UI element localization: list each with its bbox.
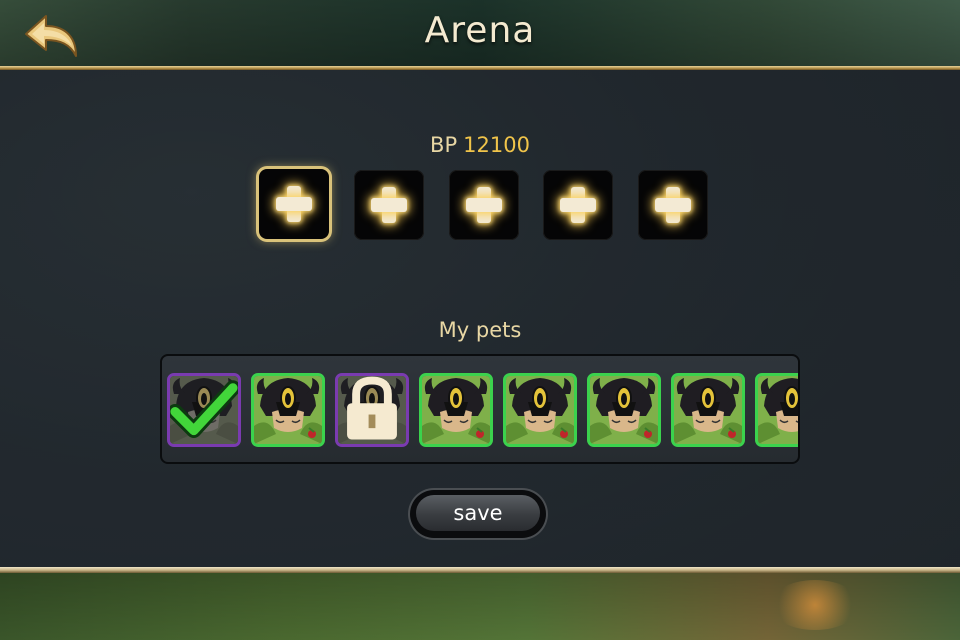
plus-icon — [464, 185, 504, 225]
battle-power: BP 12100 — [0, 133, 960, 157]
plus-icon — [274, 184, 314, 224]
bp-value: 12100 — [463, 133, 530, 157]
save-button[interactable]: save — [410, 490, 546, 538]
footer-glow — [770, 580, 860, 630]
team-slot[interactable] — [638, 170, 708, 240]
checkmark-icon — [170, 380, 238, 439]
team-slot[interactable] — [259, 169, 329, 239]
pet-card[interactable] — [755, 373, 798, 447]
pet-card[interactable] — [671, 373, 745, 447]
team-slot[interactable] — [543, 170, 613, 240]
team-slots — [0, 169, 960, 242]
plus-icon — [653, 185, 693, 225]
pet-portrait-icon — [590, 376, 658, 444]
pet-portrait-icon — [254, 376, 322, 444]
my-pets-label: My pets — [438, 318, 522, 342]
pet-card[interactable] — [587, 373, 661, 447]
pet-portrait-icon — [422, 376, 490, 444]
pet-card[interactable] — [503, 373, 577, 447]
pet-card[interactable] — [251, 373, 325, 447]
pet-card[interactable] — [335, 373, 409, 447]
plus-icon — [369, 185, 409, 225]
team-slot[interactable] — [449, 170, 519, 240]
lock-icon — [347, 376, 397, 440]
bp-label: BP — [430, 133, 458, 157]
pets-list[interactable] — [160, 354, 800, 464]
pet-card[interactable] — [167, 373, 241, 447]
team-slot[interactable] — [354, 170, 424, 240]
page-title: Arena — [424, 10, 536, 51]
save-button-label: save — [416, 495, 540, 531]
pet-portrait-icon — [674, 376, 742, 444]
pet-portrait-icon — [758, 376, 798, 444]
pet-card[interactable] — [419, 373, 493, 447]
pet-portrait-icon — [506, 376, 574, 444]
plus-icon — [558, 185, 598, 225]
